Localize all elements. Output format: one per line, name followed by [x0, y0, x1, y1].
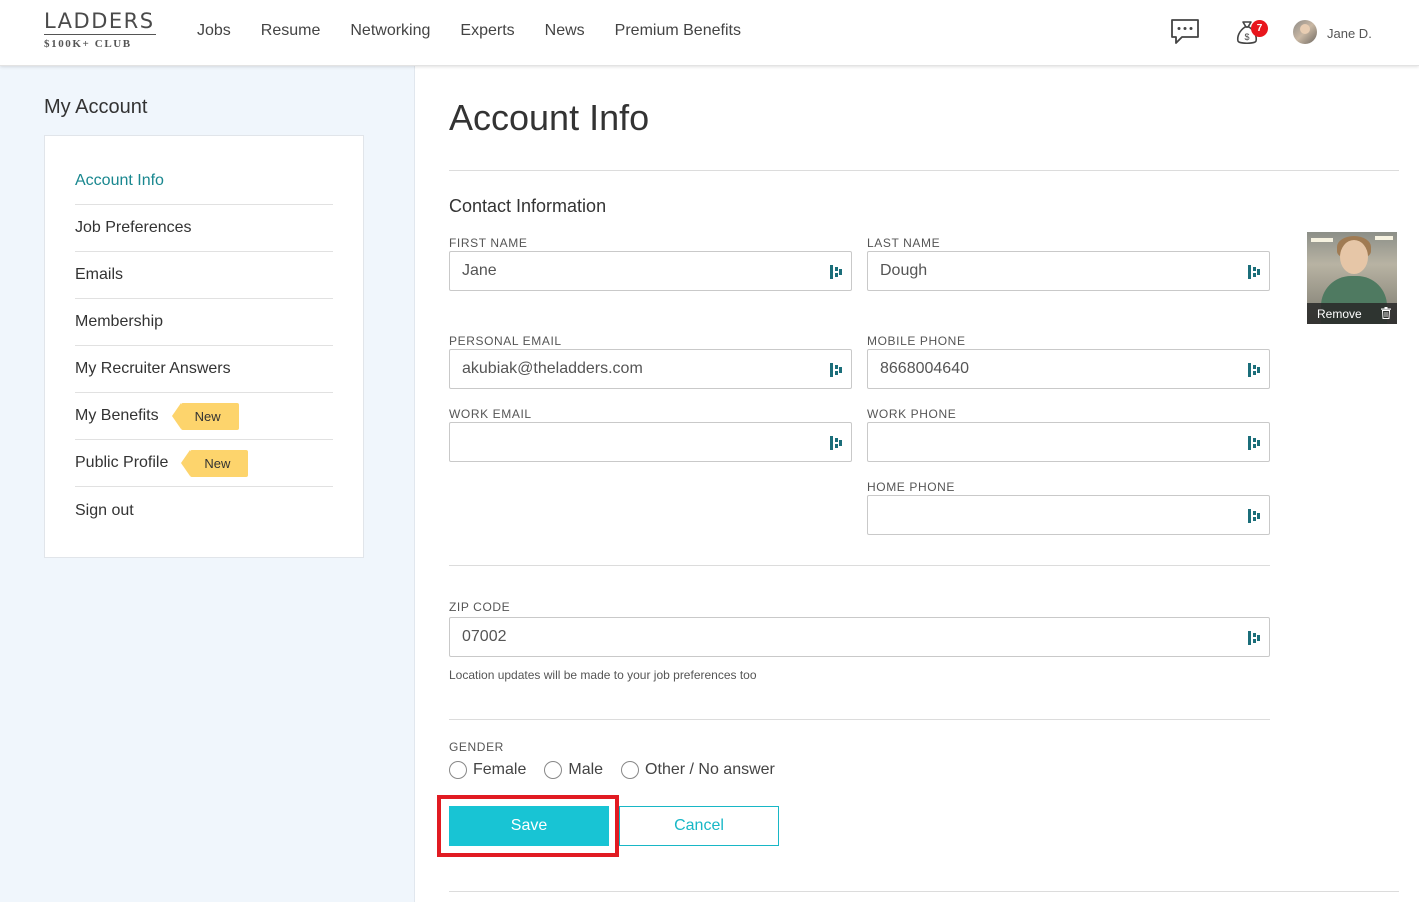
gender-option-male[interactable]: Male	[544, 761, 603, 779]
sidebar-item-label: Public Profile	[75, 454, 169, 471]
last-name-label: LAST NAME	[867, 236, 941, 250]
gender-option-other[interactable]: Other / No answer	[621, 761, 775, 779]
nav-networking[interactable]: Networking	[350, 22, 430, 40]
section-divider	[449, 719, 1270, 720]
nav-experts[interactable]: Experts	[460, 22, 514, 40]
section-divider	[449, 565, 1270, 566]
new-badge: New	[181, 449, 249, 477]
sidebar-item-recruiter-answers[interactable]: My Recruiter Answers	[75, 346, 333, 393]
account-menu: Account Info Job Preferences Emails Memb…	[44, 135, 364, 558]
sidebar-item-label: Account Info	[75, 172, 164, 189]
autofill-icon[interactable]	[1248, 363, 1260, 377]
notification-badge: 7	[1251, 20, 1268, 37]
sidebar-item-emails[interactable]: Emails	[75, 252, 333, 299]
autofill-icon[interactable]	[830, 363, 842, 377]
radio-male[interactable]	[544, 761, 563, 779]
main-nav: Jobs Resume Networking Experts News Prem…	[197, 22, 771, 40]
gender-option-female[interactable]: Female	[449, 761, 526, 779]
work-phone-input[interactable]	[868, 423, 1269, 461]
home-phone-input[interactable]	[868, 496, 1269, 534]
page-title: Account Info	[449, 97, 650, 138]
home-phone-label: HOME PHONE	[867, 480, 956, 494]
title-divider	[449, 170, 1399, 171]
radio-label: Male	[568, 761, 604, 778]
sidebar-item-label: Membership	[75, 313, 164, 330]
personal-email-input[interactable]	[450, 350, 851, 388]
user-avatar[interactable]	[1293, 20, 1317, 44]
remove-photo-bar: Remove	[1307, 303, 1397, 324]
sidebar-item-sign-out[interactable]: Sign out	[75, 487, 333, 534]
work-email-label: WORK EMAIL	[449, 407, 532, 421]
home-phone-field-wrap	[867, 495, 1270, 535]
photo-detail	[1340, 240, 1368, 274]
new-badge: New	[171, 402, 239, 430]
autofill-icon[interactable]	[1248, 509, 1260, 523]
radio-other[interactable]	[621, 761, 640, 779]
cancel-button[interactable]: Cancel	[619, 806, 779, 846]
radio-female[interactable]	[449, 761, 467, 779]
remove-photo-button[interactable]: Remove	[1317, 307, 1362, 321]
radio-label: Other / No answer	[645, 761, 775, 778]
sidebar-title: My Account	[44, 96, 148, 118]
zip-code-field-wrap	[449, 617, 1270, 657]
bottom-divider	[449, 891, 1399, 892]
photo-detail	[1375, 236, 1393, 240]
first-name-input[interactable]	[450, 252, 851, 290]
nav-news[interactable]: News	[545, 22, 585, 40]
trash-icon[interactable]	[1381, 307, 1391, 319]
messages-icon[interactable]	[1170, 18, 1200, 51]
logo-tagline: $100K+ CLUB	[44, 38, 132, 50]
zip-helper-text: Location updates will be made to your jo…	[449, 668, 757, 682]
work-phone-field-wrap	[867, 422, 1270, 462]
user-name[interactable]: Jane D.	[1327, 26, 1372, 41]
svg-text:$: $	[1244, 32, 1249, 42]
ladders-logo[interactable]: LADDERS $100K+ CLUB	[44, 10, 158, 50]
gender-label: GENDER	[449, 740, 504, 754]
zip-code-input[interactable]	[450, 618, 1269, 656]
autofill-icon[interactable]	[1248, 265, 1260, 279]
mobile-phone-input[interactable]	[868, 350, 1269, 388]
logo-wordmark: LADDERS	[44, 9, 155, 33]
profile-photo: Remove	[1307, 232, 1397, 324]
sidebar-item-label: Sign out	[75, 501, 134, 519]
sidebar-item-job-preferences[interactable]: Job Preferences	[75, 205, 333, 252]
section-title: Contact Information	[449, 196, 607, 216]
top-header: LADDERS $100K+ CLUB Jobs Resume Networki…	[0, 0, 1419, 66]
work-email-input[interactable]	[450, 423, 851, 461]
first-name-label: FIRST NAME	[449, 236, 528, 250]
personal-email-field-wrap	[449, 349, 852, 389]
sidebar-item-label: Job Preferences	[75, 219, 192, 236]
sidebar-item-membership[interactable]: Membership	[75, 299, 333, 346]
photo-detail	[1311, 238, 1333, 242]
sidebar-item-my-benefits[interactable]: My Benefits New	[75, 393, 333, 440]
sidebar-item-label: My Recruiter Answers	[75, 360, 231, 377]
nav-resume[interactable]: Resume	[261, 22, 321, 40]
zip-code-label: ZIP CODE	[449, 600, 511, 614]
sidebar-item-account-info[interactable]: Account Info	[75, 158, 333, 205]
autofill-icon[interactable]	[830, 436, 842, 450]
nav-premium-benefits[interactable]: Premium Benefits	[615, 22, 741, 40]
nav-jobs[interactable]: Jobs	[197, 22, 231, 40]
mobile-phone-field-wrap	[867, 349, 1270, 389]
last-name-field-wrap	[867, 251, 1270, 291]
mobile-phone-label: MOBILE PHONE	[867, 334, 966, 348]
personal-email-label: PERSONAL EMAIL	[449, 334, 562, 348]
first-name-field-wrap	[449, 251, 852, 291]
save-button[interactable]: Save	[449, 806, 609, 846]
autofill-icon[interactable]	[830, 265, 842, 279]
autofill-icon[interactable]	[1248, 631, 1260, 645]
autofill-icon[interactable]	[1248, 436, 1260, 450]
work-phone-label: WORK PHONE	[867, 407, 957, 421]
work-email-field-wrap	[449, 422, 852, 462]
sidebar: My Account Account Info Job Preferences …	[0, 66, 415, 902]
gender-radio-group: Female Male Other / No answer	[449, 761, 793, 779]
logo-divider	[44, 34, 156, 35]
sidebar-item-label: My Benefits	[75, 407, 159, 424]
sidebar-item-label: Emails	[75, 266, 124, 283]
sidebar-item-public-profile[interactable]: Public Profile New	[75, 440, 333, 487]
last-name-input[interactable]	[868, 252, 1269, 290]
radio-label: Female	[473, 761, 527, 778]
